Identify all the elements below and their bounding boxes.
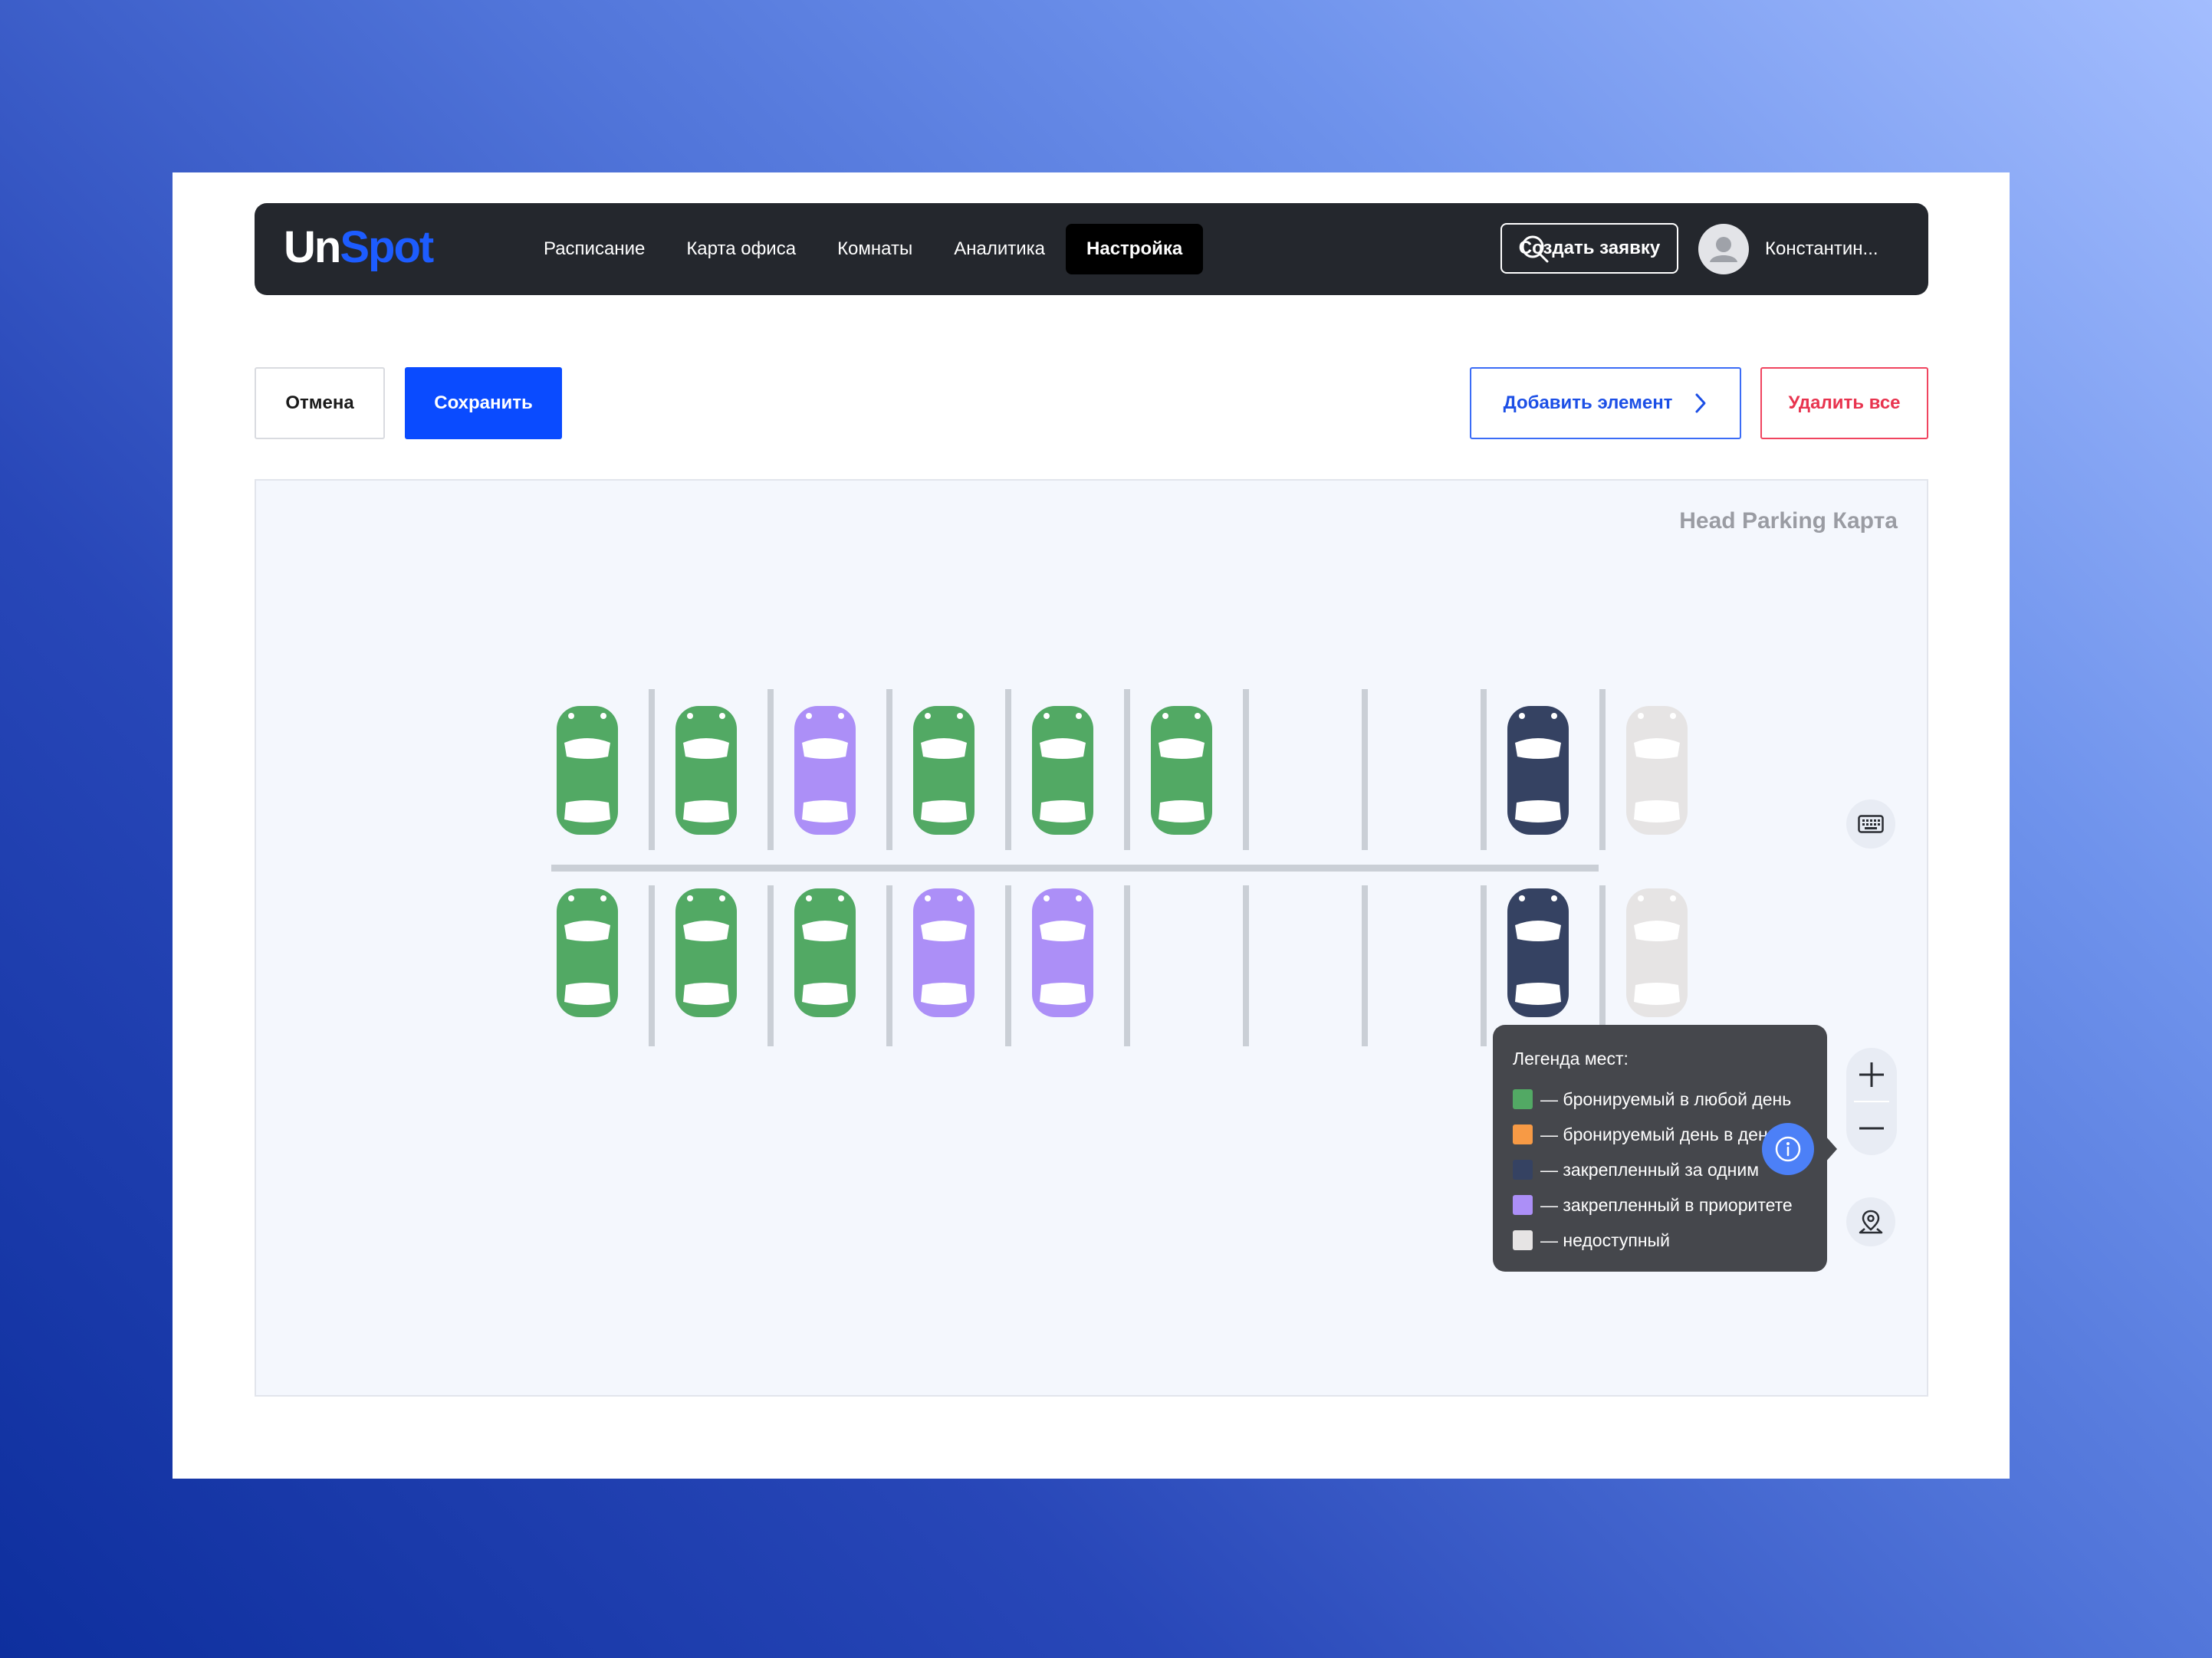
- legend-label: — закрепленный за одним: [1540, 1159, 1760, 1180]
- parking-spot-car[interactable]: [794, 706, 856, 835]
- cancel-button[interactable]: Отмена: [255, 367, 385, 439]
- parking-spot-car[interactable]: [1626, 706, 1688, 835]
- nav-settings[interactable]: Настройка: [1066, 224, 1204, 274]
- location-button[interactable]: [1846, 1197, 1895, 1246]
- legend-label: — закрепленный в приоритете: [1540, 1194, 1793, 1215]
- legend-label: — бронируемый в любой день: [1540, 1088, 1792, 1109]
- parking-spot-car[interactable]: [1151, 706, 1212, 835]
- spot-divider: [1362, 689, 1368, 850]
- nav-schedule[interactable]: Расписание: [523, 224, 666, 274]
- parking-spot-car[interactable]: [557, 706, 618, 835]
- info-icon: [1775, 1136, 1801, 1162]
- spot-divider: [1481, 885, 1487, 1046]
- plus-icon: [1859, 1062, 1884, 1087]
- minus-icon: [1859, 1127, 1884, 1130]
- top-navigation-bar: UnSpot Расписание Карта офиса Комнаты Ан…: [255, 203, 1928, 295]
- zoom-out-button[interactable]: [1846, 1102, 1897, 1155]
- parking-spot-car[interactable]: [913, 888, 975, 1017]
- legend-swatch: [1513, 1230, 1533, 1250]
- parking-spot-car[interactable]: [675, 888, 737, 1017]
- chevron-right-icon: [1695, 393, 1706, 413]
- create-request-button[interactable]: Создать заявку: [1500, 223, 1678, 274]
- legend-swatch: [1513, 1124, 1533, 1144]
- nav-rooms[interactable]: Комнаты: [817, 224, 933, 274]
- legend-swatch: [1513, 1195, 1533, 1215]
- spot-divider: [767, 885, 774, 1046]
- add-element-button[interactable]: Добавить элемент: [1470, 367, 1741, 439]
- save-button[interactable]: Сохранить: [405, 367, 562, 439]
- info-button[interactable]: [1762, 1123, 1814, 1175]
- main-nav: Расписание Карта офиса Комнаты Аналитика…: [523, 223, 1204, 275]
- spot-divider: [1243, 885, 1249, 1046]
- user-name[interactable]: Константин...: [1765, 223, 1878, 275]
- spot-divider: [886, 885, 892, 1046]
- spot-divider: [1362, 885, 1368, 1046]
- parking-spot-car[interactable]: [675, 706, 737, 835]
- spot-divider: [1599, 885, 1606, 1046]
- legend-swatch: [1513, 1160, 1533, 1180]
- spot-divider: [1481, 689, 1487, 850]
- parking-spot-car[interactable]: [1507, 706, 1569, 835]
- location-pin-icon: [1859, 1210, 1883, 1234]
- spot-divider: [1124, 689, 1130, 850]
- legend-label: — недоступный: [1540, 1230, 1670, 1250]
- parking-spot-car[interactable]: [557, 888, 618, 1017]
- parking-spot-car[interactable]: [1507, 888, 1569, 1017]
- aisle-line: [551, 865, 1599, 872]
- keyboard-button[interactable]: [1846, 799, 1895, 849]
- spot-divider: [1243, 689, 1249, 850]
- add-element-label: Добавить элемент: [1503, 392, 1673, 413]
- spot-divider: [1124, 885, 1130, 1046]
- legend-swatch: [1513, 1089, 1533, 1109]
- nav-analytics[interactable]: Аналитика: [933, 224, 1066, 274]
- legend-item: — недоступный: [1513, 1223, 1807, 1258]
- zoom-controls: [1846, 1048, 1897, 1155]
- parking-spot-car[interactable]: [1032, 706, 1093, 835]
- legend-item: — бронируемый в любой день: [1513, 1082, 1807, 1117]
- unspot-logo[interactable]: UnSpot: [284, 220, 434, 275]
- app-frame: UnSpot Расписание Карта офиса Комнаты Ан…: [173, 172, 2010, 1479]
- legend-title: Легенда мест:: [1513, 1049, 1629, 1069]
- spot-divider: [767, 689, 774, 850]
- nav-office-map[interactable]: Карта офиса: [666, 224, 817, 274]
- spot-divider: [1005, 885, 1011, 1046]
- spot-divider: [649, 689, 655, 850]
- parking-spot-car[interactable]: [794, 888, 856, 1017]
- parking-spots: [557, 706, 1688, 1017]
- spot-divider: [649, 885, 655, 1046]
- legend-label: — бронируемый день в день: [1540, 1124, 1777, 1144]
- spot-divider: [886, 689, 892, 850]
- parking-spot-car[interactable]: [1626, 888, 1688, 1017]
- legend-item: — закрепленный в приоритете: [1513, 1187, 1807, 1223]
- zoom-in-button[interactable]: [1846, 1048, 1897, 1102]
- avatar-silhouette: [1710, 237, 1737, 262]
- user-avatar-icon[interactable]: [1698, 224, 1749, 274]
- keyboard-icon: [1858, 815, 1884, 833]
- spot-divider: [1599, 689, 1606, 850]
- parking-spot-car[interactable]: [913, 706, 975, 835]
- delete-all-button[interactable]: Удалить все: [1760, 367, 1928, 439]
- spot-divider: [1005, 689, 1011, 850]
- parking-spot-car[interactable]: [1032, 888, 1093, 1017]
